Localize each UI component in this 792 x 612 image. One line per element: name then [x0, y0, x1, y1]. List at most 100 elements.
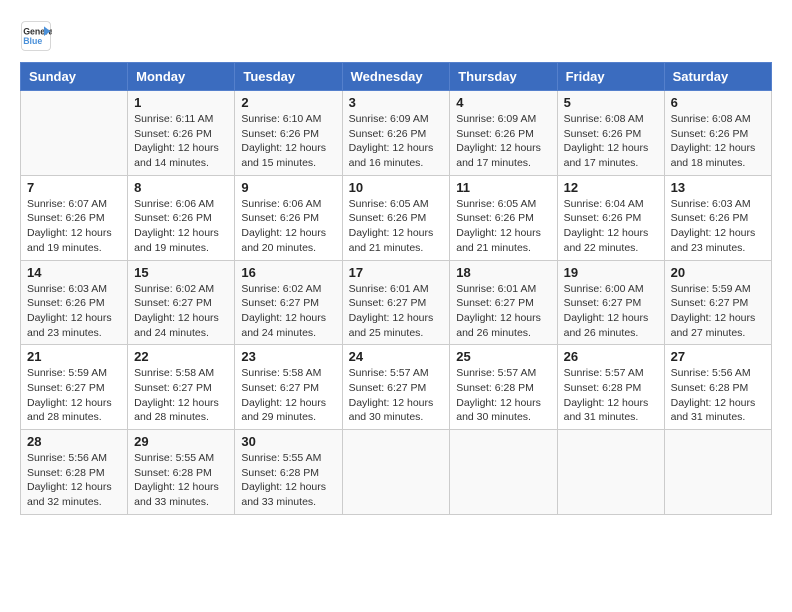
day-info: Sunrise: 6:09 AM Sunset: 6:26 PM Dayligh… — [349, 112, 444, 171]
day-number: 16 — [241, 265, 335, 280]
calendar-cell: 12 Sunrise: 6:04 AM Sunset: 6:26 PM Dayli… — [557, 175, 664, 260]
calendar-cell: 17Sunrise: 6:01 AM Sunset: 6:27 PM Dayli… — [342, 260, 450, 345]
calendar-cell: 16 Sunrise: 6:02 AM Sunset: 6:27 PM Dayli… — [235, 260, 342, 345]
logo-icon: General Blue — [20, 20, 52, 52]
week-row-4: 21 Sunrise: 5:59 AM Sunset: 6:27 PM Dayli… — [21, 345, 772, 430]
day-number: 7 — [27, 180, 121, 195]
day-info: Sunrise: 6:07 AM Sunset: 6:26 PM Dayligh… — [27, 197, 121, 256]
calendar-cell: 1Sunrise: 6:11 AM Sunset: 6:26 PM Daylig… — [128, 91, 235, 176]
day-info: Sunrise: 6:05 AM Sunset: 6:26 PM Dayligh… — [349, 197, 444, 256]
day-number: 10 — [349, 180, 444, 195]
calendar-cell: 14 Sunrise: 6:03 AM Sunset: 6:26 PM Dayli… — [21, 260, 128, 345]
week-row-5: 28 Sunrise: 5:56 AM Sunset: 6:28 PM Dayli… — [21, 430, 772, 515]
calendar-cell: 10 Sunrise: 6:05 AM Sunset: 6:26 PM Dayli… — [342, 175, 450, 260]
day-info: Sunrise: 6:08 AM Sunset: 6:26 PM Dayligh… — [671, 112, 765, 171]
calendar-cell: 21 Sunrise: 5:59 AM Sunset: 6:27 PM Dayli… — [21, 345, 128, 430]
day-number: 28 — [27, 434, 121, 449]
day-info: Sunrise: 5:59 AM Sunset: 6:27 PM Dayligh… — [27, 366, 121, 425]
day-info: Sunrise: 6:03 AM Sunset: 6:26 PM Dayligh… — [27, 282, 121, 341]
day-number: 5 — [564, 95, 658, 110]
day-info: Sunrise: 6:06 AM Sunset: 6:26 PM Dayligh… — [134, 197, 228, 256]
day-info: Sunrise: 5:58 AM Sunset: 6:27 PM Dayligh… — [134, 366, 228, 425]
calendar-cell: 3 Sunrise: 6:09 AM Sunset: 6:26 PM Daylig… — [342, 91, 450, 176]
day-number: 12 — [564, 180, 658, 195]
day-info: Sunrise: 6:02 AM Sunset: 6:27 PM Dayligh… — [241, 282, 335, 341]
calendar-cell — [21, 91, 128, 176]
day-number: 18 — [456, 265, 550, 280]
day-number: 25 — [456, 349, 550, 364]
calendar-cell — [557, 430, 664, 515]
calendar-cell: 20 Sunrise: 5:59 AM Sunset: 6:27 PM Dayli… — [664, 260, 771, 345]
day-info: Sunrise: 5:57 AM Sunset: 6:27 PM Dayligh… — [349, 366, 444, 425]
day-number: 9 — [241, 180, 335, 195]
calendar-body: 1Sunrise: 6:11 AM Sunset: 6:26 PM Daylig… — [21, 91, 772, 515]
day-info: Sunrise: 6:02 AM Sunset: 6:27 PM Dayligh… — [134, 282, 228, 341]
day-info: Sunrise: 6:03 AM Sunset: 6:26 PM Dayligh… — [671, 197, 765, 256]
day-number: 13 — [671, 180, 765, 195]
calendar-cell: 8Sunrise: 6:06 AM Sunset: 6:26 PM Daylig… — [128, 175, 235, 260]
calendar-cell: 7 Sunrise: 6:07 AM Sunset: 6:26 PM Daylig… — [21, 175, 128, 260]
day-info: Sunrise: 6:04 AM Sunset: 6:26 PM Dayligh… — [564, 197, 658, 256]
day-number: 15 — [134, 265, 228, 280]
calendar-cell: 13 Sunrise: 6:03 AM Sunset: 6:26 PM Dayli… — [664, 175, 771, 260]
svg-text:Blue: Blue — [23, 36, 42, 46]
day-info: Sunrise: 6:00 AM Sunset: 6:27 PM Dayligh… — [564, 282, 658, 341]
day-number: 26 — [564, 349, 658, 364]
week-row-1: 1Sunrise: 6:11 AM Sunset: 6:26 PM Daylig… — [21, 91, 772, 176]
calendar-cell: 15 Sunrise: 6:02 AM Sunset: 6:27 PM Dayli… — [128, 260, 235, 345]
day-info: Sunrise: 6:08 AM Sunset: 6:26 PM Dayligh… — [564, 112, 658, 171]
calendar-cell: 18 Sunrise: 6:01 AM Sunset: 6:27 PM Dayli… — [450, 260, 557, 345]
day-info: Sunrise: 5:58 AM Sunset: 6:27 PM Dayligh… — [241, 366, 335, 425]
calendar-cell: 25 Sunrise: 5:57 AM Sunset: 6:28 PM Dayli… — [450, 345, 557, 430]
day-info: Sunrise: 5:55 AM Sunset: 6:28 PM Dayligh… — [134, 451, 228, 510]
day-number: 21 — [27, 349, 121, 364]
calendar-cell: 29 Sunrise: 5:55 AM Sunset: 6:28 PM Dayli… — [128, 430, 235, 515]
calendar-cell: 22 Sunrise: 5:58 AM Sunset: 6:27 PM Dayli… — [128, 345, 235, 430]
day-number: 30 — [241, 434, 335, 449]
day-number: 29 — [134, 434, 228, 449]
day-info: Sunrise: 6:06 AM Sunset: 6:26 PM Dayligh… — [241, 197, 335, 256]
day-number: 22 — [134, 349, 228, 364]
day-info: Sunrise: 5:56 AM Sunset: 6:28 PM Dayligh… — [27, 451, 121, 510]
day-number: 19 — [564, 265, 658, 280]
calendar-cell: 9 Sunrise: 6:06 AM Sunset: 6:26 PM Daylig… — [235, 175, 342, 260]
calendar-cell: 6 Sunrise: 6:08 AM Sunset: 6:26 PM Daylig… — [664, 91, 771, 176]
day-number: 6 — [671, 95, 765, 110]
calendar-cell: 5 Sunrise: 6:08 AM Sunset: 6:26 PM Daylig… — [557, 91, 664, 176]
calendar-cell: 4 Sunrise: 6:09 AM Sunset: 6:26 PM Daylig… — [450, 91, 557, 176]
calendar-cell — [342, 430, 450, 515]
day-info: Sunrise: 6:01 AM Sunset: 6:27 PM Dayligh… — [349, 282, 444, 341]
day-number: 4 — [456, 95, 550, 110]
day-number: 27 — [671, 349, 765, 364]
day-number: 1 — [134, 95, 228, 110]
column-header-monday: Monday — [128, 63, 235, 91]
day-info: Sunrise: 6:01 AM Sunset: 6:27 PM Dayligh… — [456, 282, 550, 341]
day-number: 23 — [241, 349, 335, 364]
calendar-cell — [664, 430, 771, 515]
day-number: 3 — [349, 95, 444, 110]
column-header-thursday: Thursday — [450, 63, 557, 91]
day-info: Sunrise: 6:05 AM Sunset: 6:26 PM Dayligh… — [456, 197, 550, 256]
day-info: Sunrise: 5:57 AM Sunset: 6:28 PM Dayligh… — [456, 366, 550, 425]
calendar-table: SundayMondayTuesdayWednesdayThursdayFrid… — [20, 62, 772, 515]
calendar-cell — [450, 430, 557, 515]
day-info: Sunrise: 5:59 AM Sunset: 6:27 PM Dayligh… — [671, 282, 765, 341]
day-number: 24 — [349, 349, 444, 364]
day-number: 20 — [671, 265, 765, 280]
calendar-cell: 30Sunrise: 5:55 AM Sunset: 6:28 PM Dayli… — [235, 430, 342, 515]
calendar-cell: 11Sunrise: 6:05 AM Sunset: 6:26 PM Dayli… — [450, 175, 557, 260]
calendar-cell: 28 Sunrise: 5:56 AM Sunset: 6:28 PM Dayli… — [21, 430, 128, 515]
column-header-tuesday: Tuesday — [235, 63, 342, 91]
calendar-cell: 27Sunrise: 5:56 AM Sunset: 6:28 PM Dayli… — [664, 345, 771, 430]
calendar-cell: 2Sunrise: 6:10 AM Sunset: 6:26 PM Daylig… — [235, 91, 342, 176]
calendar-cell: 24 Sunrise: 5:57 AM Sunset: 6:27 PM Dayli… — [342, 345, 450, 430]
calendar-cell: 26Sunrise: 5:57 AM Sunset: 6:28 PM Dayli… — [557, 345, 664, 430]
column-header-sunday: Sunday — [21, 63, 128, 91]
day-number: 14 — [27, 265, 121, 280]
column-header-saturday: Saturday — [664, 63, 771, 91]
column-header-friday: Friday — [557, 63, 664, 91]
week-row-2: 7 Sunrise: 6:07 AM Sunset: 6:26 PM Daylig… — [21, 175, 772, 260]
day-info: Sunrise: 6:09 AM Sunset: 6:26 PM Dayligh… — [456, 112, 550, 171]
calendar-cell: 19 Sunrise: 6:00 AM Sunset: 6:27 PM Dayli… — [557, 260, 664, 345]
page-header: General Blue — [20, 20, 772, 52]
